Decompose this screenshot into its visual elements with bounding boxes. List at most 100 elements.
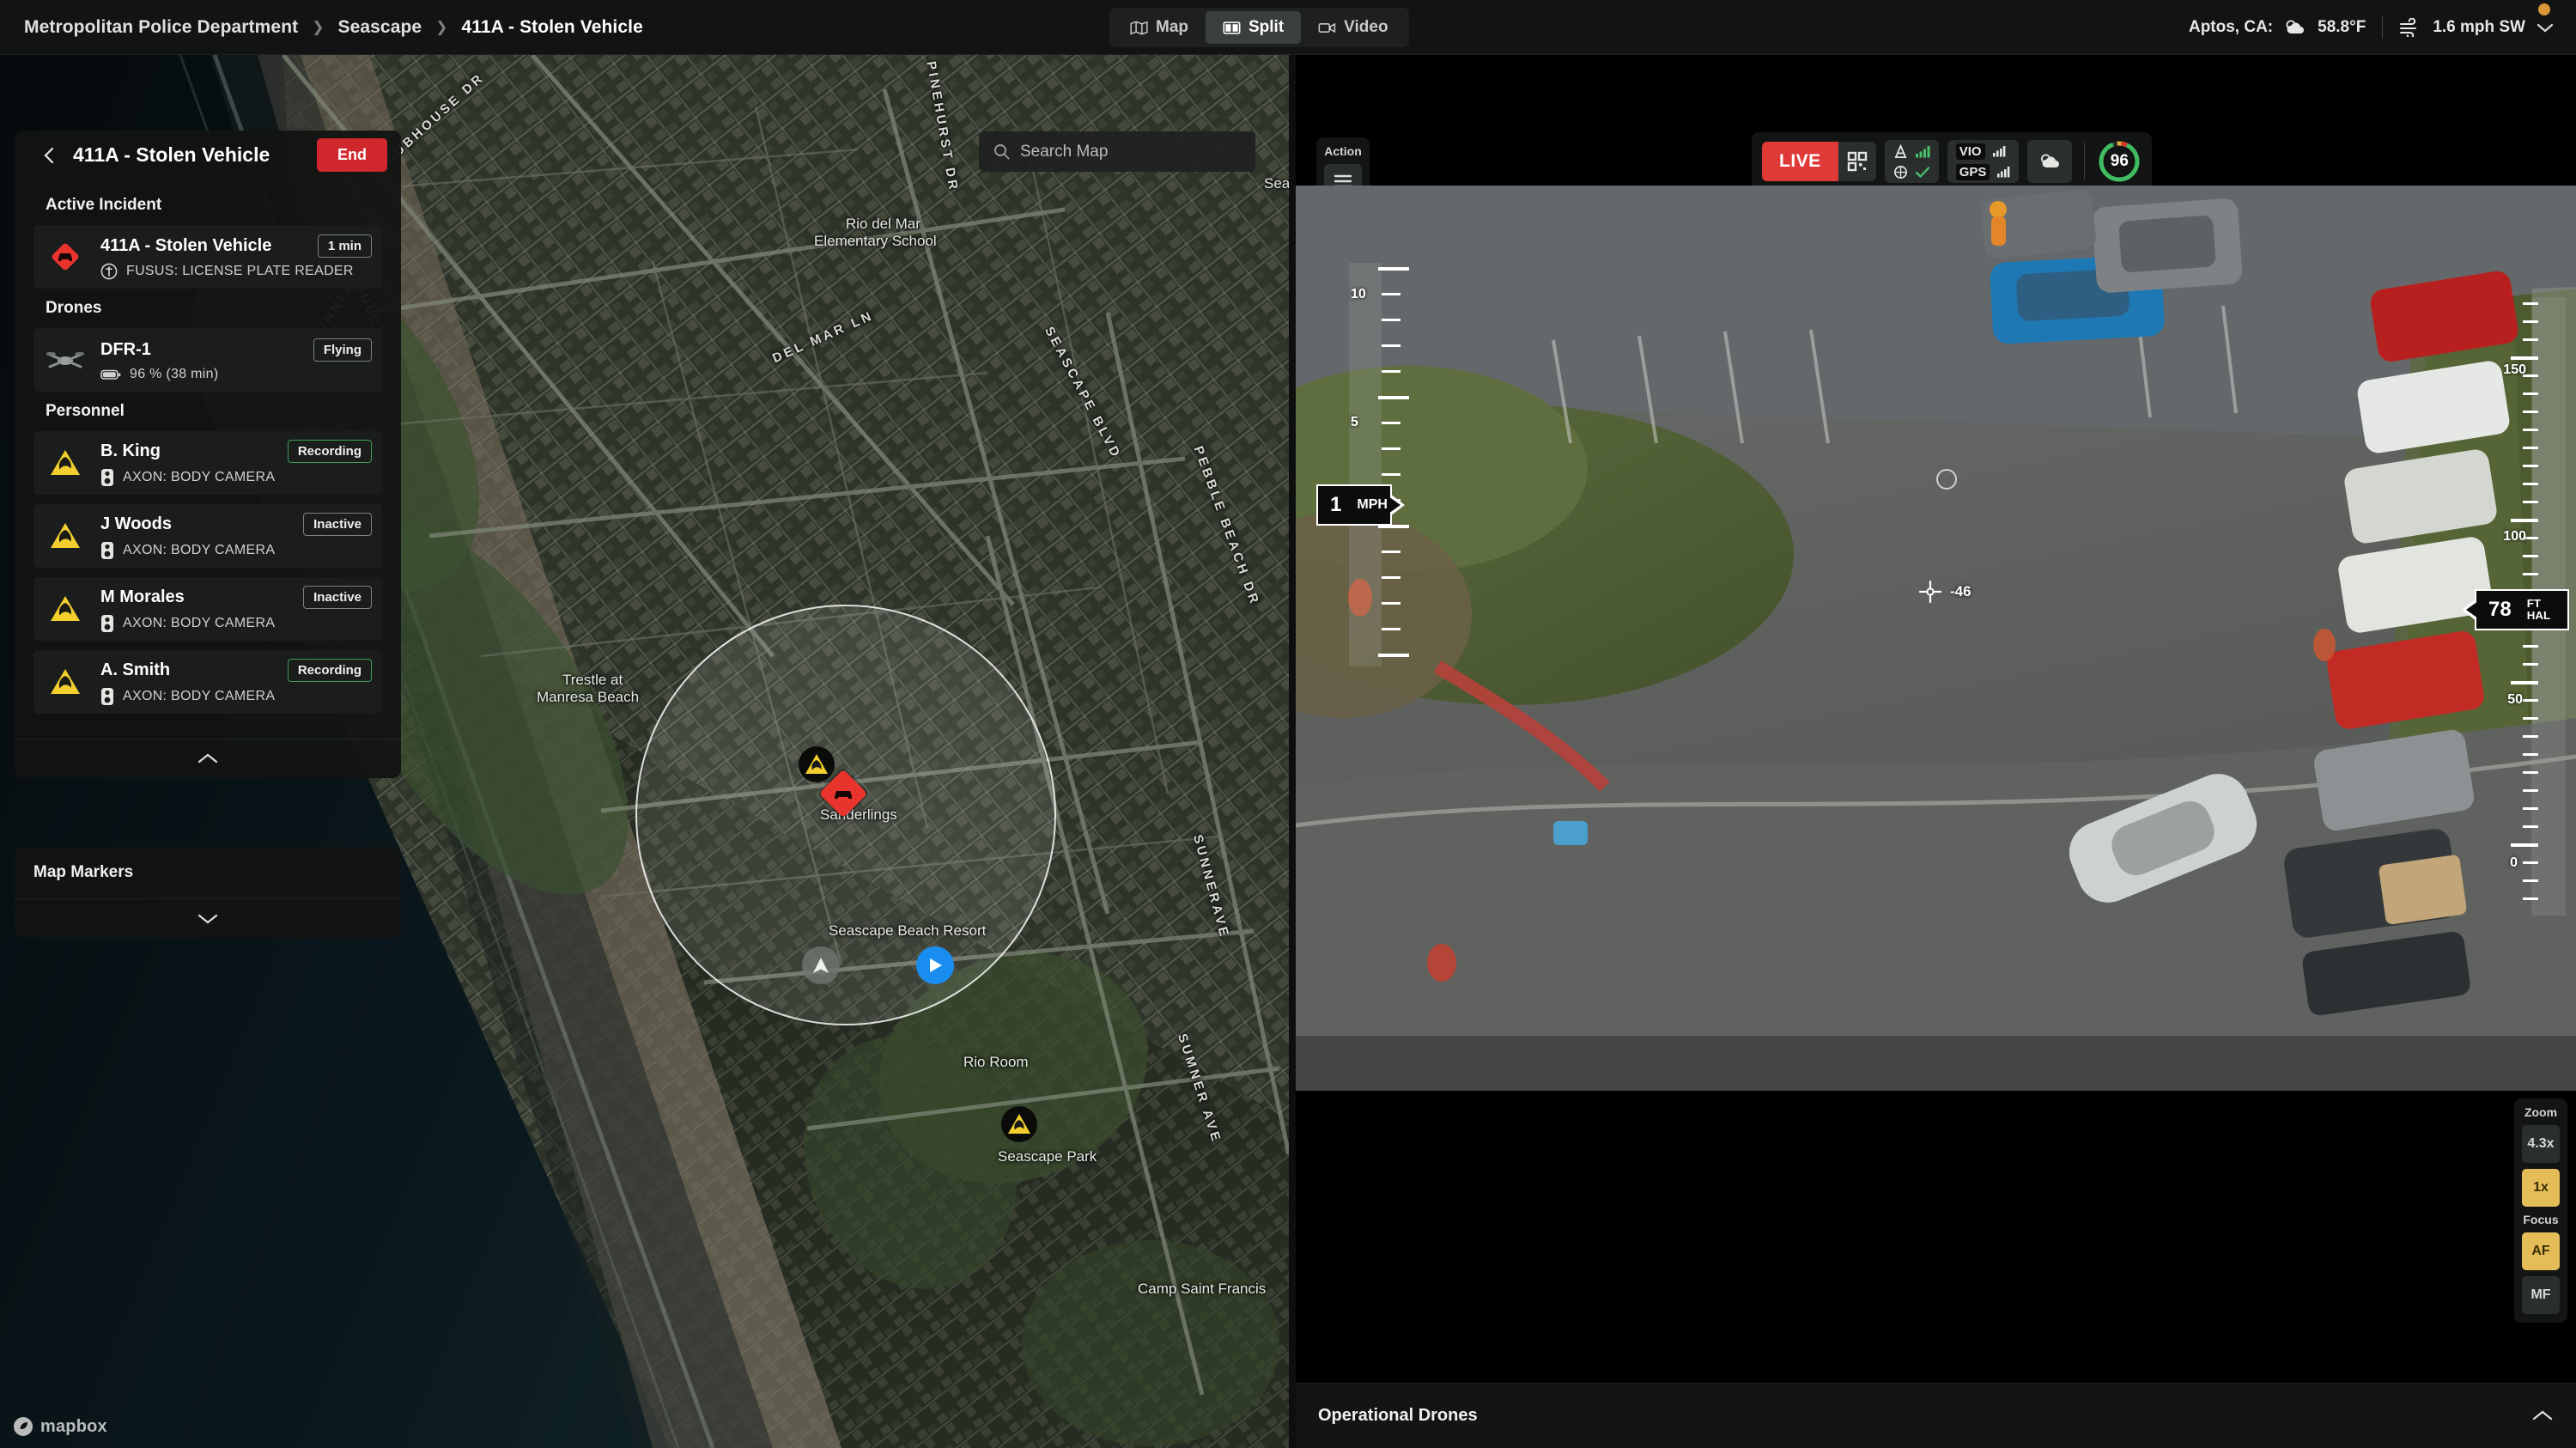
axon-icon: [51, 523, 80, 548]
section-label-personnel: Personnel: [46, 402, 125, 420]
incident-panel-collapse-button[interactable]: [15, 739, 401, 778]
list-item-sub: AXON: BODY CAMERA: [100, 687, 372, 706]
qr-code-button[interactable]: [1838, 142, 1876, 181]
search-map-placeholder: Search Map: [1020, 142, 1109, 161]
bodycam-icon: [101, 614, 113, 632]
status-badge: Recording: [287, 658, 372, 682]
gimbal-pitch-value: -46: [1950, 583, 1971, 599]
link-status-box: [1884, 140, 1939, 183]
video-icon: [1318, 22, 1336, 33]
altitude-tick: [2523, 807, 2538, 810]
map-markers-expand-button[interactable]: [15, 898, 401, 938]
search-icon: [994, 144, 1010, 160]
speed-tick: [1382, 473, 1400, 476]
focus-option-mf[interactable]: MF: [2522, 1276, 2560, 1314]
altitude-tick: [2523, 789, 2538, 792]
breadcrumb-item-incident[interactable]: 411A - Stolen Vehicle: [461, 17, 642, 38]
map-marker-drone[interactable]: [916, 946, 954, 984]
zoom-option-1x[interactable]: 1x: [2522, 1169, 2560, 1207]
list-item[interactable]: J Woods Inactive AXON: BODY CAMERA: [33, 504, 382, 568]
live-stream-group[interactable]: LIVE: [1762, 142, 1876, 181]
weather-widget[interactable]: Aptos, CA: 58.8°F 1.6 mph SW: [2189, 0, 2554, 55]
axon-icon: [51, 596, 80, 621]
list-item[interactable]: DFR-1 Flying 96 % (38 min): [33, 328, 382, 392]
speed-tick-5: 5: [1351, 415, 1358, 429]
axon-icon: [805, 754, 828, 774]
mapbox-attribution[interactable]: mapbox: [12, 1415, 107, 1438]
operational-drones-bar[interactable]: Operational Drones: [1296, 1383, 2576, 1448]
altitude-tick: [2511, 356, 2538, 360]
chevron-left-icon[interactable]: [40, 146, 59, 165]
drone-camera-feed: [1296, 186, 2576, 1091]
play-arrow-icon: [930, 958, 942, 972]
focus-option-af[interactable]: AF: [2522, 1232, 2560, 1270]
signal-bars-icon: [1997, 167, 2010, 178]
breadcrumb-item-org[interactable]: Metropolitan Police Department: [24, 17, 298, 38]
list-item-top: 411A - Stolen Vehicle 1 min: [100, 234, 372, 258]
altitude-tick: [2523, 320, 2538, 323]
altitude-tick-150: 150: [2503, 362, 2526, 377]
speed-pointer-icon: [1388, 494, 1405, 516]
list-item[interactable]: B. King Recording AXON: BODY CAMERA: [33, 431, 382, 495]
notification-dot[interactable]: [2538, 3, 2550, 15]
weather-location: Aptos, CA:: [2188, 18, 2274, 36]
vio-label: VIO: [1955, 143, 1985, 160]
chevron-up-icon: [197, 753, 218, 764]
altitude-tick: [2523, 771, 2538, 774]
list-item[interactable]: 411A - Stolen Vehicle 1 min FUSUS: LICENSE…: [33, 225, 382, 289]
list-item-subtext: AXON: BODY CAMERA: [123, 469, 276, 484]
operational-drones-title: Operational Drones: [1318, 1406, 1478, 1425]
altitude-readout: 78 FT HAL: [2462, 589, 2569, 630]
altitude-unit-ref: HAL: [2526, 609, 2551, 622]
end-incident-button[interactable]: End: [317, 138, 387, 172]
speed-tick: [1378, 267, 1409, 271]
altitude-tick: [2523, 717, 2538, 720]
zoom-option-43x[interactable]: 4.3x: [2522, 1125, 2560, 1163]
list-item-icon: [33, 577, 97, 641]
split-icon: [1223, 21, 1241, 34]
altitude-tick: [2523, 302, 2538, 305]
drone-video-frame[interactable]: 10 5 1 MPH 150 100 50 0 78 FT HAL -46: [1296, 186, 2576, 1091]
list-item-sub: 96 % (38 min): [100, 367, 372, 382]
speed-readout: 1 MPH: [1316, 484, 1405, 526]
map-marker-officer[interactable]: [1001, 1106, 1037, 1142]
cloud-icon: [2286, 20, 2305, 33]
list-item-icon: [33, 225, 97, 289]
altitude-unit-ft: FT: [2526, 597, 2541, 611]
breadcrumb-item-zone[interactable]: Seascape: [337, 17, 422, 38]
section-label-drones: Drones: [46, 299, 102, 317]
video-pane: LIVE VIO GPS 96 Action 10 5 1 MPH 150 10…: [1296, 55, 2576, 1448]
chevron-down-icon[interactable]: [2537, 22, 2554, 33]
cloud-upload-button[interactable]: [2027, 140, 2073, 183]
gps-row: GPS: [1955, 163, 2011, 181]
speed-tick: [1378, 396, 1409, 399]
map-pane[interactable]: CLUBHOUSE DR PINEHURST DR Rio del Mar Eleme…: [0, 55, 1289, 1448]
tab-map[interactable]: Map: [1113, 11, 1206, 44]
search-map-box[interactable]: Search Map: [979, 131, 1255, 172]
tab-split[interactable]: Split: [1206, 11, 1302, 44]
tab-split-label: Split: [1249, 18, 1285, 36]
map-marker-home[interactable]: [802, 946, 840, 984]
speed-unit: MPH: [1357, 496, 1388, 512]
altitude-tick: [2523, 879, 2538, 882]
view-mode-switcher: Map Split Video: [1109, 8, 1409, 47]
zoom-label: Zoom: [2524, 1105, 2558, 1119]
altitude-tick: [2511, 843, 2538, 847]
speed-tick: [1382, 602, 1400, 605]
altitude-tick: [2523, 825, 2538, 828]
list-item[interactable]: M Morales Inactive AXON: BODY CAMERA: [33, 577, 382, 641]
list-item[interactable]: A. Smith Recording AXON: BODY CAMERA: [33, 650, 382, 714]
gimbal-pitch-indicator: -46: [1919, 581, 1971, 603]
tab-video[interactable]: Video: [1301, 11, 1405, 44]
satellite-icon: [1893, 165, 1907, 179]
zoom-focus-rail: Zoom 4.3x 1x Focus AF MF: [2514, 1098, 2567, 1323]
axon-icon: [51, 669, 80, 694]
altitude-tick-50: 50: [2507, 692, 2523, 707]
breadcrumb-separator-icon: ❯: [312, 18, 325, 35]
chevron-up-icon[interactable]: [2531, 1409, 2554, 1422]
axon-icon: [51, 450, 80, 475]
map-marker-officer[interactable]: [799, 746, 835, 782]
altitude-tick: [2523, 573, 2538, 575]
incident-panel-title: 411A - Stolen Vehicle: [73, 143, 270, 166]
tab-video-label: Video: [1344, 18, 1388, 36]
